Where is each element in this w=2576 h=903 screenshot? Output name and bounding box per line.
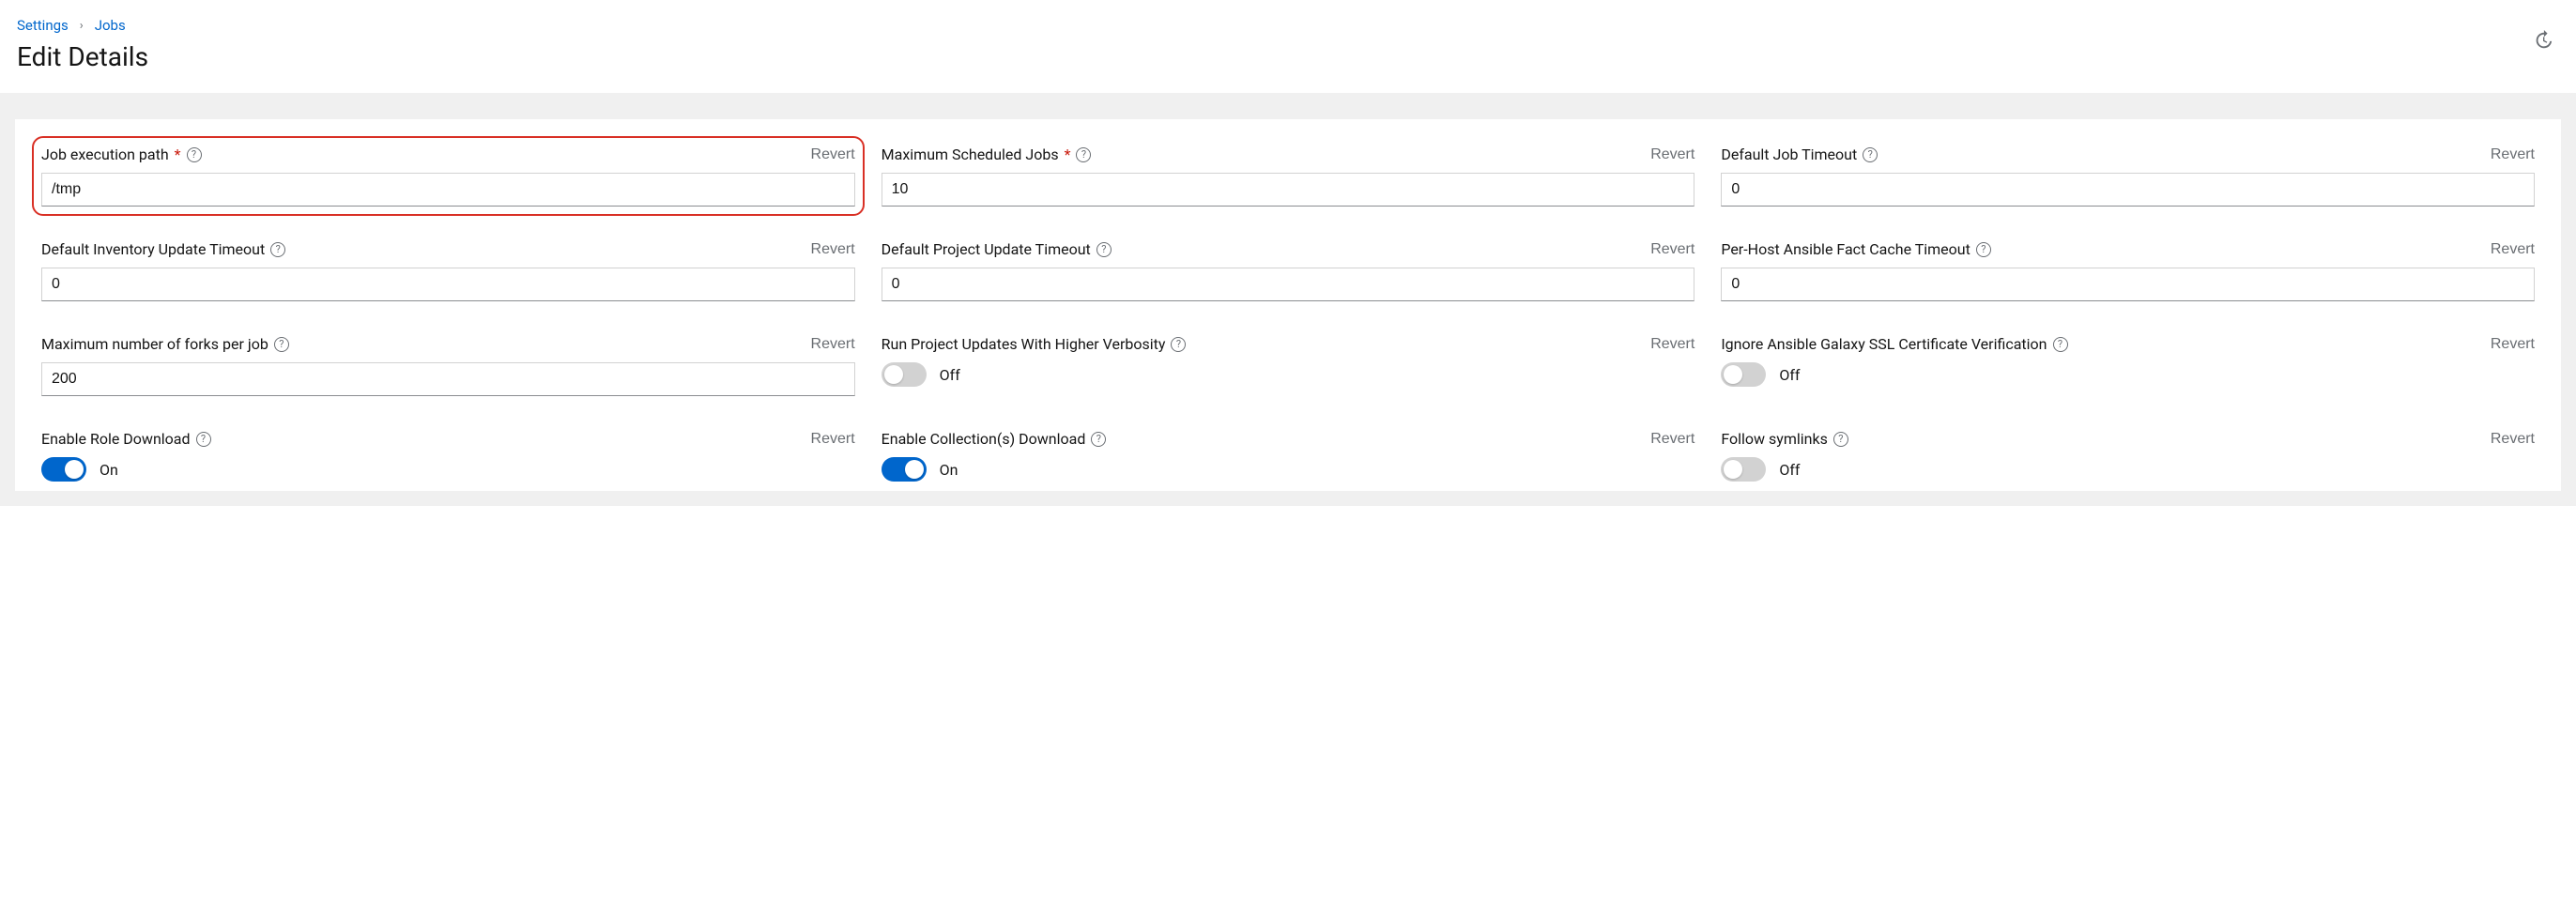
revert-button[interactable]: Revert: [811, 146, 855, 163]
input-max-forks[interactable]: [41, 362, 855, 396]
label-fact-cache-timeout: Per-Host Ansible Fact Cache Timeout: [1721, 240, 1970, 258]
toggle-enable-collection-download[interactable]: [882, 457, 927, 482]
toggle-label: Off: [940, 366, 960, 384]
field-default-inventory-timeout: Default Inventory Update Timeout ? Rever…: [41, 240, 855, 301]
revert-button[interactable]: Revert: [811, 431, 855, 448]
revert-button[interactable]: Revert: [2491, 336, 2535, 353]
revert-button[interactable]: Revert: [811, 336, 855, 353]
label-ignore-ssl: Ignore Ansible Galaxy SSL Certificate Ve…: [1721, 335, 2047, 353]
toggle-label: On: [940, 461, 958, 479]
field-job-execution-path: Job execution path * ? Revert: [41, 145, 855, 207]
required-indicator: *: [1065, 145, 1071, 163]
content-area: Job execution path * ? Revert Maximum Sc…: [0, 93, 2576, 506]
help-icon[interactable]: ?: [1171, 337, 1186, 352]
field-ignore-ssl: Ignore Ansible Galaxy SSL Certificate Ve…: [1721, 335, 2535, 396]
field-default-job-timeout: Default Job Timeout ? Revert: [1721, 145, 2535, 207]
help-icon[interactable]: ?: [1976, 242, 1991, 257]
history-icon[interactable]: [2533, 30, 2553, 51]
help-icon[interactable]: ?: [2053, 337, 2068, 352]
settings-grid: Job execution path * ? Revert Maximum Sc…: [41, 145, 2535, 482]
label-default-project-timeout: Default Project Update Timeout: [882, 240, 1091, 258]
input-max-scheduled-jobs[interactable]: [882, 173, 1695, 207]
field-fact-cache-timeout: Per-Host Ansible Fact Cache Timeout ? Re…: [1721, 240, 2535, 301]
revert-button[interactable]: Revert: [1650, 241, 1694, 258]
help-icon[interactable]: ?: [1076, 147, 1091, 162]
help-icon[interactable]: ?: [1091, 432, 1106, 447]
toggle-ignore-ssl[interactable]: [1721, 362, 1766, 387]
toggle-label: On: [100, 461, 118, 479]
help-icon[interactable]: ?: [1096, 242, 1112, 257]
label-default-inventory-timeout: Default Inventory Update Timeout: [41, 240, 265, 258]
input-default-inventory-timeout[interactable]: [41, 268, 855, 301]
toggle-higher-verbosity[interactable]: [882, 362, 927, 387]
label-default-job-timeout: Default Job Timeout: [1721, 145, 1857, 163]
help-icon[interactable]: ?: [196, 432, 211, 447]
breadcrumb-settings-link[interactable]: Settings: [17, 17, 69, 34]
page-header: Settings › Jobs Edit Details: [0, 0, 2576, 93]
input-fact-cache-timeout[interactable]: [1721, 268, 2535, 301]
label-higher-verbosity: Run Project Updates With Higher Verbosit…: [882, 335, 1166, 353]
field-max-scheduled-jobs: Maximum Scheduled Jobs * ? Revert: [882, 145, 1695, 207]
help-icon[interactable]: ?: [1863, 147, 1878, 162]
help-icon[interactable]: ?: [270, 242, 285, 257]
label-enable-collection-download: Enable Collection(s) Download: [882, 430, 1086, 448]
field-max-forks: Maximum number of forks per job ? Revert: [41, 335, 855, 396]
input-default-project-timeout[interactable]: [882, 268, 1695, 301]
field-enable-role-download: Enable Role Download ? Revert On: [41, 430, 855, 482]
help-icon[interactable]: ?: [187, 147, 202, 162]
help-icon[interactable]: ?: [1833, 432, 1848, 447]
field-follow-symlinks: Follow symlinks ? Revert Off: [1721, 430, 2535, 482]
label-follow-symlinks: Follow symlinks: [1721, 430, 1828, 448]
revert-button[interactable]: Revert: [1650, 431, 1694, 448]
help-icon[interactable]: ?: [274, 337, 289, 352]
page-title: Edit Details: [17, 41, 2559, 72]
toggle-label: Off: [1779, 366, 1800, 384]
toggle-enable-role-download[interactable]: [41, 457, 86, 482]
toggle-follow-symlinks[interactable]: [1721, 457, 1766, 482]
settings-card: Job execution path * ? Revert Maximum Sc…: [15, 119, 2561, 491]
revert-button[interactable]: Revert: [2491, 241, 2535, 258]
field-enable-collection-download: Enable Collection(s) Download ? Revert O…: [882, 430, 1695, 482]
label-enable-role-download: Enable Role Download: [41, 430, 191, 448]
label-job-execution-path: Job execution path: [41, 145, 169, 163]
input-job-execution-path[interactable]: [41, 173, 855, 207]
field-higher-verbosity: Run Project Updates With Higher Verbosit…: [882, 335, 1695, 396]
required-indicator: *: [175, 145, 181, 163]
revert-button[interactable]: Revert: [2491, 431, 2535, 448]
breadcrumb-separator: ›: [80, 19, 84, 33]
label-max-forks: Maximum number of forks per job: [41, 335, 268, 353]
input-default-job-timeout[interactable]: [1721, 173, 2535, 207]
label-max-scheduled-jobs: Maximum Scheduled Jobs: [882, 145, 1059, 163]
revert-button[interactable]: Revert: [1650, 336, 1694, 353]
revert-button[interactable]: Revert: [811, 241, 855, 258]
toggle-label: Off: [1779, 461, 1800, 479]
revert-button[interactable]: Revert: [2491, 146, 2535, 163]
breadcrumb: Settings › Jobs: [17, 17, 2559, 34]
breadcrumb-jobs-link[interactable]: Jobs: [95, 17, 126, 34]
revert-button[interactable]: Revert: [1650, 146, 1694, 163]
field-default-project-timeout: Default Project Update Timeout ? Revert: [882, 240, 1695, 301]
